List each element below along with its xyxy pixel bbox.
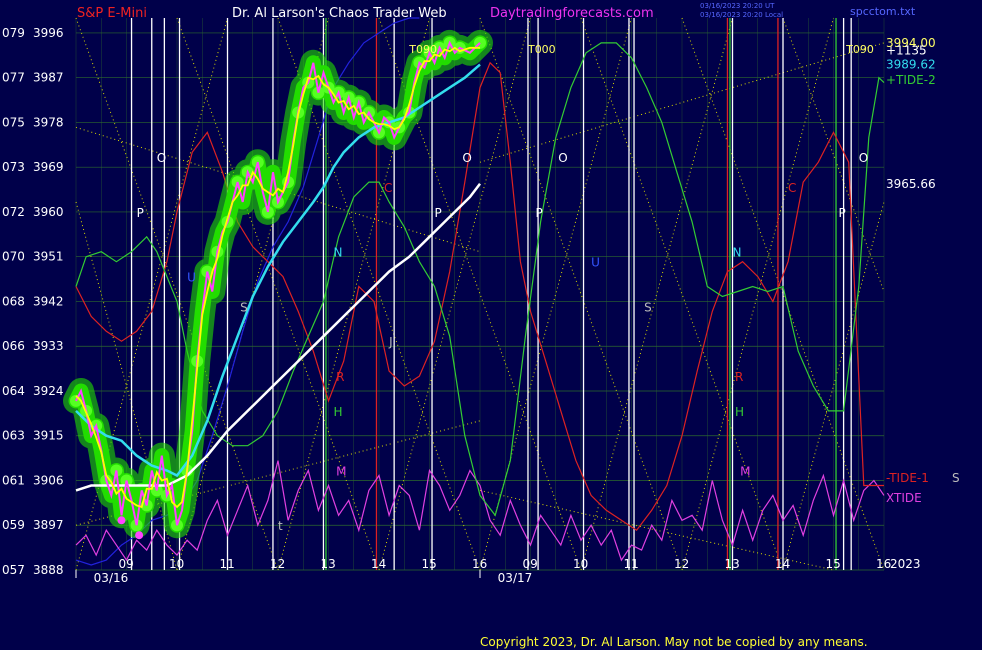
y-tick-short-7: 066 [2, 339, 25, 353]
x-tick-day1-1: 10 [169, 557, 184, 571]
right-label-3: +TIDE-2 [886, 73, 936, 87]
date-label-1: 03/16 [94, 571, 129, 585]
right-label-4: 3965.66 [886, 177, 936, 191]
planet-letter-13: P [536, 206, 543, 220]
planet-letter-21: C [788, 181, 796, 195]
y-tick-label-12: 3888 [33, 563, 64, 577]
y-tick-short-6: 068 [2, 294, 25, 308]
x-tick-day2-7: 16 [876, 557, 891, 571]
planet-letter-20: M [740, 465, 750, 479]
planet-letter-7: M [336, 465, 346, 479]
chart-symbol: S&P E-Mini [77, 6, 147, 21]
right-s-label: S [952, 471, 960, 485]
y-tick-label-4: 3960 [33, 205, 64, 219]
x-tick-day2-0: 09 [523, 557, 538, 571]
date-label-2: 03/17 [498, 571, 533, 585]
y-tick-label-9: 3915 [33, 429, 64, 443]
planet-letter-15: U [591, 256, 600, 270]
x-tick-day1-3: 12 [270, 557, 285, 571]
planet-letter-23: O [859, 151, 868, 165]
cycle-marker-1: T000 [527, 43, 556, 56]
planet-letter-9: C [384, 181, 392, 195]
y-tick-short-0: 079 [2, 26, 25, 40]
planet-letter-2: U [187, 271, 196, 285]
x-tick-day1-7: 16 [472, 557, 487, 571]
y-tick-short-3: 073 [2, 160, 25, 174]
planet-letter-1: P [137, 206, 144, 220]
y-tick-short-8: 064 [2, 384, 25, 398]
x-tick-day2-4: 13 [725, 557, 740, 571]
planet-letter-0: O [157, 151, 166, 165]
planet-letter-8: t [278, 519, 283, 533]
y-tick-label-8: 3924 [33, 384, 64, 398]
y-tick-label-3: 3969 [33, 160, 64, 174]
cycle-marker-0: T090 [408, 43, 437, 56]
planet-letter-17: N [733, 246, 742, 260]
x-tick-day1-4: 13 [321, 557, 336, 571]
planet-letter-12: O [462, 151, 471, 165]
y-tick-label-11: 3897 [33, 518, 64, 532]
x-tick-day2-1: 10 [573, 557, 588, 571]
low-marker [117, 516, 126, 525]
x-tick-day2-5: 14 [775, 557, 790, 571]
planet-letter-4: N [334, 246, 343, 260]
planet-letter-14: O [558, 151, 567, 165]
y-tick-label-5: 3951 [33, 250, 64, 264]
x-tick-day1-5: 14 [371, 557, 386, 571]
cycle-marker-2: T090 [845, 43, 874, 56]
planet-letter-18: R [735, 370, 743, 384]
x-tick-day1-0: 09 [119, 557, 134, 571]
y-tick-short-2: 075 [2, 115, 25, 129]
y-tick-short-10: 061 [2, 473, 25, 487]
year-label: 2023 [890, 557, 921, 571]
local-timestamp: 03/16/2023 20:20 Local [700, 11, 783, 19]
planet-letter-19: H [735, 405, 744, 419]
x-tick-day2-3: 12 [674, 557, 689, 571]
y-tick-short-11: 059 [2, 518, 25, 532]
x-tick-day2-6: 15 [826, 557, 841, 571]
y-tick-short-1: 077 [2, 71, 25, 85]
planet-letter-16: S [644, 300, 652, 314]
site-link[interactable]: Daytradingforecasts.com [490, 6, 654, 21]
planet-letter-22: P [839, 206, 846, 220]
planet-letter-5: R [336, 370, 344, 384]
y-tick-short-5: 070 [2, 250, 25, 264]
chart-title: Dr. Al Larson's Chaos Trader Web [232, 6, 447, 21]
planet-letter-6: H [334, 405, 343, 419]
y-tick-label-1: 3987 [33, 71, 64, 85]
x-tick-day1-6: 15 [422, 557, 437, 571]
right-label-2: 3989.62 [886, 58, 936, 72]
x-tick-day2-2: 11 [624, 557, 639, 571]
y-tick-label-7: 3933 [33, 339, 64, 353]
copyright: Copyright 2023, Dr. Al Larson. May not b… [480, 635, 868, 649]
right-label-1: +1135 [886, 43, 927, 57]
chaos-trader-chart: O P U S N R H Mt C J P O P O U S N R H M C P O T090 T000 T090 079… [0, 0, 982, 650]
planet-letter-10: J [388, 335, 393, 349]
right-label-5: -TIDE-1 [886, 471, 929, 485]
ut-timestamp: 03/16/2023 20:20 UT [700, 2, 775, 10]
y-tick-short-12: 057 [2, 563, 25, 577]
y-tick-label-10: 3906 [33, 473, 64, 487]
right-label-6: XTIDE [886, 491, 922, 505]
planet-letter-3: S [240, 300, 248, 314]
y-tick-label-0: 3996 [33, 26, 64, 40]
low-marker [135, 531, 144, 540]
y-tick-label-6: 3942 [33, 294, 64, 308]
y-tick-label-2: 3978 [33, 115, 64, 129]
x-tick-day1-2: 11 [220, 557, 235, 571]
planet-letter-11: P [435, 206, 442, 220]
y-tick-short-4: 072 [2, 205, 25, 219]
y-tick-short-9: 063 [2, 429, 25, 443]
data-file-name: spcctom.txt [850, 5, 916, 18]
